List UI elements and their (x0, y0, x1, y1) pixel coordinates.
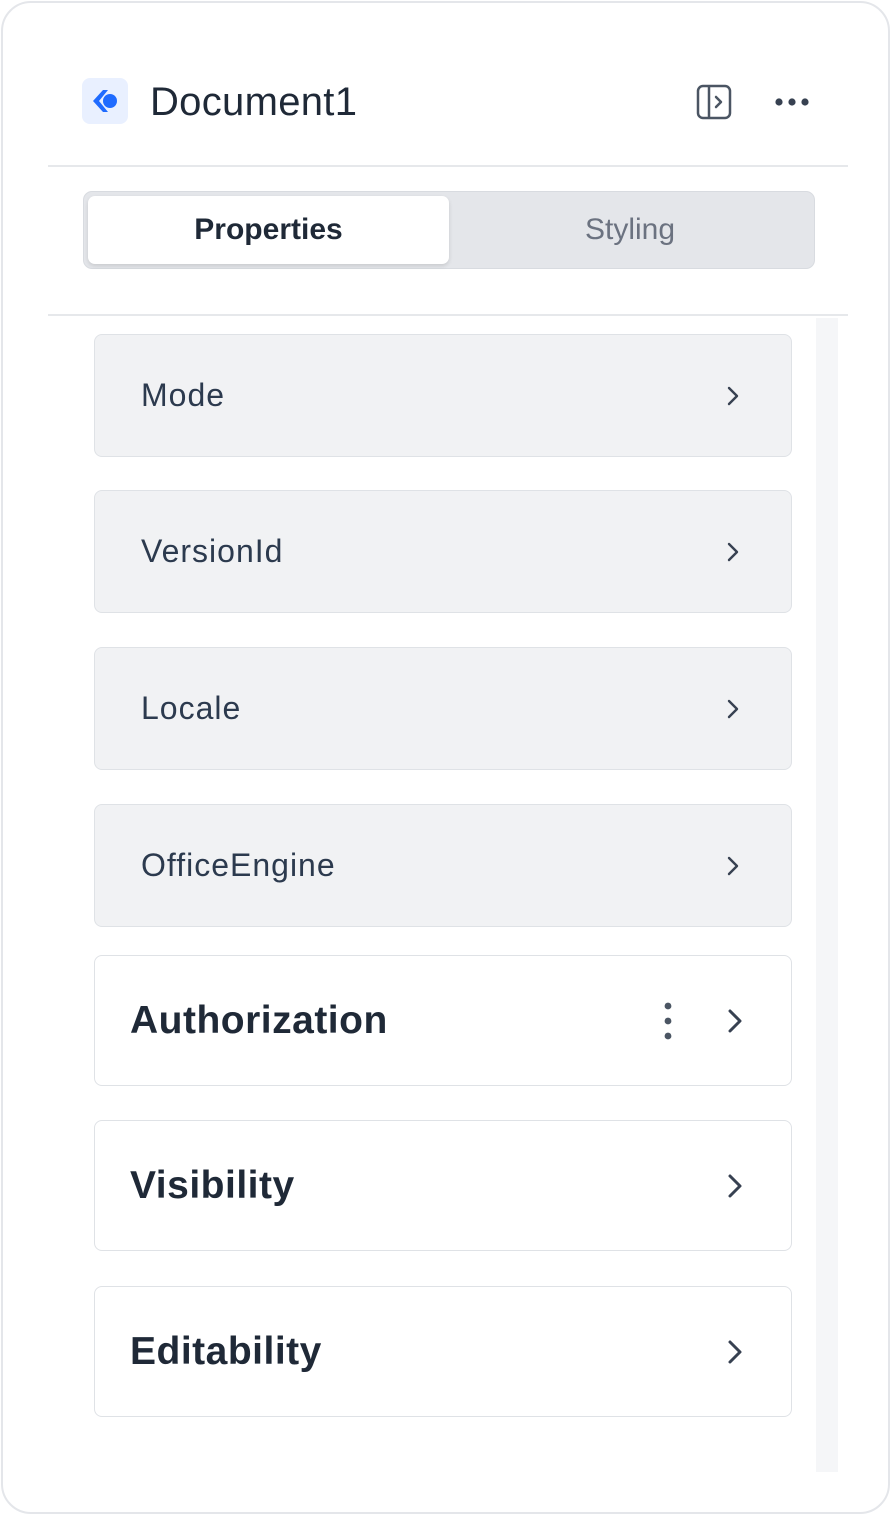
section-label: Editability (130, 1329, 322, 1373)
section-label: Locale (141, 690, 242, 726)
section-editability[interactable]: Editability (94, 1286, 792, 1417)
section-label: OfficeEngine (141, 847, 336, 883)
section-officeengine[interactable]: OfficeEngine (94, 804, 792, 927)
section-label: Visibility (130, 1163, 295, 1207)
scrollbar-track[interactable] (816, 318, 838, 1472)
properties-panel: Document1 Properties Styling Mode Versio… (48, 3, 848, 1472)
section-label: Authorization (130, 998, 388, 1042)
panel-header: Document1 (48, 3, 848, 167)
section-versionid[interactable]: VersionId (94, 490, 792, 613)
tab-properties[interactable]: Properties (88, 196, 449, 264)
properties-panel-frame: Document1 Properties Styling Mode Versio… (1, 1, 890, 1514)
tab-styling[interactable]: Styling (449, 196, 811, 264)
chevron-right-icon (715, 691, 751, 727)
more-horizontal-icon (775, 98, 809, 106)
sections-list: Mode VersionId Locale OfficeEngine Autho… (48, 318, 848, 1472)
chevron-right-icon (715, 1332, 755, 1372)
section-mode[interactable]: Mode (94, 334, 792, 457)
more-vertical-icon[interactable] (650, 997, 686, 1045)
section-label: Mode (141, 377, 226, 413)
panel-toggle-icon (696, 84, 732, 120)
section-visibility[interactable]: Visibility (94, 1120, 792, 1251)
section-authorization[interactable]: Authorization (94, 955, 792, 1086)
section-locale[interactable]: Locale (94, 647, 792, 770)
chevron-right-icon (715, 1001, 755, 1041)
panel-toggle-button[interactable] (693, 81, 735, 123)
chevron-right-icon (715, 378, 751, 414)
tabs-area: Properties Styling (48, 169, 848, 316)
more-options-button[interactable] (771, 81, 813, 123)
chevron-right-icon (715, 534, 751, 570)
chevron-right-icon (715, 848, 751, 884)
chevron-right-icon (715, 1166, 755, 1206)
document-title: Document1 (150, 80, 358, 124)
app-logo-icon (82, 78, 128, 124)
tab-switcher: Properties Styling (83, 191, 815, 269)
section-label: VersionId (141, 533, 284, 569)
